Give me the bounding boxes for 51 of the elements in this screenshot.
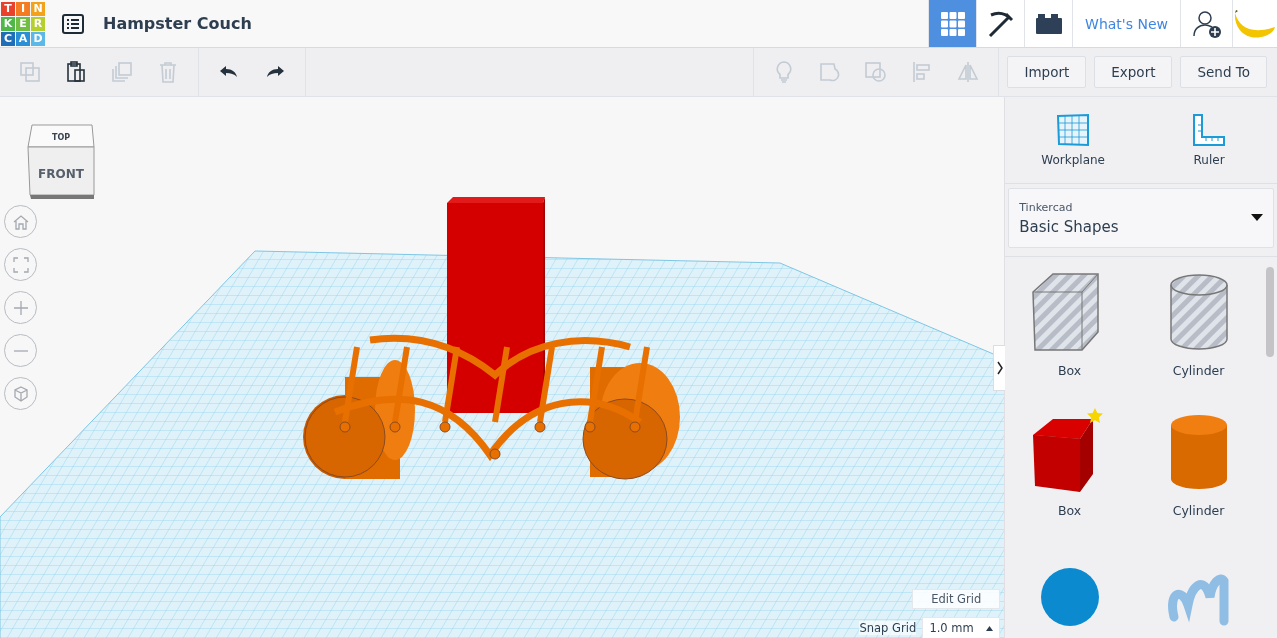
duplicate-icon bbox=[110, 60, 134, 84]
shape-item[interactable]: Cylinder bbox=[1134, 267, 1263, 407]
cube-top-label: TOP bbox=[50, 133, 72, 142]
library-source-label: Tinkercad bbox=[1019, 200, 1074, 214]
zoom-in-icon bbox=[11, 298, 30, 317]
library-name: Basic Shapes bbox=[1019, 217, 1120, 236]
action-button[interactable]: Import bbox=[1007, 56, 1087, 88]
shape-item[interactable]: Box bbox=[1005, 267, 1135, 407]
cube-icon bbox=[11, 384, 30, 403]
snap-grid-label: Snap Grid bbox=[859, 621, 917, 635]
fit-view-icon bbox=[11, 255, 30, 274]
copy-icon bbox=[18, 60, 42, 84]
shape-item[interactable]: Cylinder bbox=[1134, 407, 1263, 547]
design-title[interactable]: Hampster Couch bbox=[103, 14, 252, 33]
zoom-out-icon bbox=[11, 349, 30, 352]
mirror-icon bbox=[956, 60, 981, 84]
ruler-button[interactable]: Ruler bbox=[1141, 97, 1277, 183]
ruler-icon bbox=[1192, 113, 1227, 147]
scrollbar[interactable] bbox=[1266, 267, 1274, 357]
bricks-nav-button[interactable] bbox=[1024, 0, 1073, 47]
panel-toggle-button[interactable] bbox=[993, 345, 1006, 391]
add-user-icon bbox=[1191, 8, 1222, 39]
zoom-in-button[interactable] bbox=[4, 291, 37, 324]
view-cube[interactable] bbox=[26, 123, 96, 199]
snap-grid-select[interactable]: 1.0 mm bbox=[922, 617, 1001, 638]
clipboard-icon bbox=[64, 60, 88, 84]
shape-library-dropdown[interactable]: Tinkercad Basic Shapes bbox=[1008, 188, 1274, 248]
fit-button[interactable] bbox=[4, 248, 37, 281]
up-caret-icon bbox=[986, 625, 994, 631]
brick-icon bbox=[1034, 12, 1063, 35]
banana-icon bbox=[1233, 8, 1277, 39]
whats-new-link[interactable]: What's New bbox=[1072, 0, 1180, 47]
group-icon bbox=[864, 60, 889, 84]
chevron-icon bbox=[995, 360, 1004, 376]
cube-front-label: FRONT bbox=[37, 167, 85, 181]
workplane-button[interactable]: Workplane bbox=[1005, 97, 1142, 183]
app-logo[interactable]: T I N K E R C A D bbox=[1, 1, 45, 46]
action-button[interactable]: Export bbox=[1094, 56, 1173, 88]
list-icon bbox=[62, 13, 84, 34]
workplane-icon bbox=[1056, 113, 1091, 147]
edit-grid-button[interactable]: Edit Grid bbox=[912, 589, 1001, 609]
grid-icon bbox=[939, 10, 966, 37]
zoom-out-button[interactable] bbox=[4, 334, 37, 367]
action-button[interactable]: Send To bbox=[1180, 56, 1267, 88]
star-icon bbox=[1086, 407, 1105, 425]
perspective-button[interactable] bbox=[4, 377, 37, 410]
pickaxe-nav-button[interactable] bbox=[976, 0, 1025, 47]
home-button[interactable] bbox=[4, 205, 37, 238]
dropdown-caret-icon bbox=[1251, 214, 1263, 222]
shape-item[interactable]: Box bbox=[1005, 407, 1135, 547]
add-user-button[interactable] bbox=[1180, 0, 1232, 47]
